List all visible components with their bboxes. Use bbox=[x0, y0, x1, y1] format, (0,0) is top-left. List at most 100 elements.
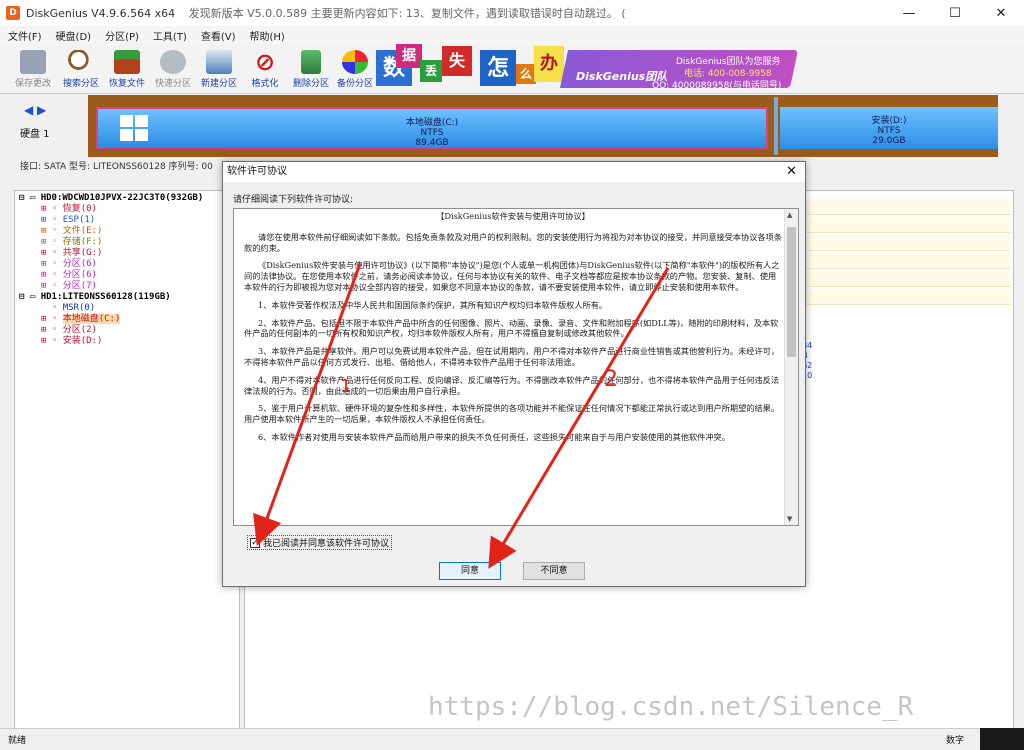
menu-bar: 文件(F) 硬盘(D) 分区(P) 工具(T) 查看(V) 帮助(H) bbox=[0, 26, 1024, 44]
close-button[interactable]: ✕ bbox=[978, 0, 1024, 26]
banner-char: 失 bbox=[442, 46, 472, 76]
app-icon: D bbox=[6, 6, 20, 20]
partition-d-name: 安装(D:) bbox=[871, 116, 907, 126]
backup-partition-button[interactable]: 备份分区 bbox=[332, 48, 378, 92]
tree-partition[interactable]: ⊞ ◦ 恢复(0) bbox=[19, 204, 235, 215]
partition-d-size: 29.0GB bbox=[872, 136, 906, 146]
tree-partition[interactable]: ⊞ ◦ 安装(D:) bbox=[19, 336, 235, 347]
partition-c-size: 89.4GB bbox=[415, 138, 449, 148]
tree-partition[interactable]: ⊞ ◦ 分区(2) bbox=[19, 325, 235, 336]
banner-char: 办 bbox=[534, 46, 564, 82]
license-text: 【DiskGenius软件安装与使用许可协议】 请您在使用本软件前仔细阅读如下条… bbox=[244, 209, 782, 450]
menu-view[interactable]: 查看(V) bbox=[201, 28, 236, 43]
dialog-title: 软件许可协议 bbox=[227, 166, 287, 177]
quick-partition-icon bbox=[160, 50, 186, 74]
dialog-prompt: 请仔细阅读下列软件许可协议: bbox=[233, 195, 354, 205]
magnifier-icon bbox=[68, 50, 94, 74]
disk-label: 硬盘 1 bbox=[20, 129, 50, 140]
license-paragraph: 请您在使用本软件前仔细阅读如下条款。包括免责条款及对用户的权利限制。您的安装使用… bbox=[244, 231, 783, 253]
checkbox-checked-icon[interactable]: ✓ bbox=[250, 537, 260, 548]
agree-label: 我已阅读并同意该软件许可协议 bbox=[263, 539, 390, 549]
status-bar: 就绪 数字 bbox=[0, 728, 1024, 750]
details-row bbox=[785, 253, 1011, 269]
banner-char: 丢 bbox=[420, 60, 442, 82]
license-paragraph: 《DiskGenius软件安装与使用许可协议》(以下简称"本协议")是您(个人或… bbox=[244, 260, 780, 292]
scroll-thumb[interactable] bbox=[787, 227, 796, 357]
scroll-up-icon[interactable]: ▲ bbox=[787, 211, 792, 219]
license-dialog: 软件许可协议 ✕ 请仔细阅读下列软件许可协议: 【DiskGenius软件安装与… bbox=[222, 161, 806, 587]
partition-d[interactable]: 安装(D:) NTFS 29.0GB bbox=[780, 107, 998, 149]
tree-partition[interactable]: ⊞ ◦ 分区(6) bbox=[19, 270, 235, 281]
scroll-down-icon[interactable]: ▼ bbox=[787, 515, 792, 523]
maximize-button[interactable]: ☐ bbox=[932, 0, 978, 26]
tree-partition[interactable]: ◦ MSR(0) bbox=[19, 303, 235, 314]
watermark: https://blog.csdn.net/Silence_R bbox=[428, 692, 914, 722]
banner-char: 据 bbox=[396, 44, 422, 68]
menu-disk[interactable]: 硬盘(D) bbox=[56, 28, 92, 43]
license-paragraph: 5、鉴于用户计算机软、硬件环境的复杂性和多样性，本软件所提供的各项功能并不能保证… bbox=[244, 403, 780, 425]
tree-partition[interactable]: ⊞ ◦ ESP(1) bbox=[19, 215, 235, 226]
menu-tools[interactable]: 工具(T) bbox=[153, 28, 187, 43]
search-partition-button[interactable]: 搜索分区 bbox=[58, 48, 104, 92]
toolbar: 保存更改 搜索分区 恢复文件 快速分区 新建分区 ⊘ 格式化 删除分区 备份分区 bbox=[0, 44, 1024, 94]
format-icon: ⊘ bbox=[254, 48, 276, 76]
delete-partition-icon bbox=[301, 50, 321, 74]
license-paragraph: 2、本软件产品、包括但不限于本软件产品中所含的任何图像、照片、动画、录像、录音、… bbox=[244, 317, 779, 339]
menu-help[interactable]: 帮助(H) bbox=[250, 28, 285, 43]
recover-files-button[interactable]: 恢复文件 bbox=[104, 48, 150, 92]
partition-c-name: 本地磁盘(C:) bbox=[405, 118, 459, 128]
menu-partition[interactable]: 分区(P) bbox=[105, 28, 139, 43]
disk-interface-info: 接口: SATA 型号: LITEONSS60128 序列号: 00 bbox=[20, 162, 213, 172]
details-row bbox=[785, 235, 1011, 251]
dialog-title-bar: 软件许可协议 ✕ bbox=[223, 162, 805, 182]
status-numlock: 数字 bbox=[945, 736, 964, 746]
update-notice[interactable]: 发现新版本 V5.0.0.589 主要更新内容如下: 13、复制文件，遇到读取错… bbox=[189, 7, 626, 20]
tree-disk-hd1[interactable]: ⊟ ▭ HD1:LITEONSS60128(119GB) bbox=[19, 292, 235, 303]
license-textarea[interactable]: 【DiskGenius软件安装与使用许可协议】 请您在使用本软件前仔细阅读如下条… bbox=[233, 208, 799, 526]
format-button[interactable]: ⊘ 格式化 bbox=[242, 48, 288, 92]
disk-nav-arrows[interactable]: ◀ ▶ bbox=[24, 103, 46, 117]
license-paragraph: 6、本软件作者对使用与安装本软件产品而给用户带来的损失不负任何责任，这些损失可能… bbox=[258, 431, 730, 442]
license-title: 【DiskGenius软件安装与使用许可协议】 bbox=[436, 211, 590, 221]
status-text: 就绪 bbox=[8, 736, 27, 746]
menu-file[interactable]: 文件(F) bbox=[8, 28, 42, 43]
quick-partition-button[interactable]: 快速分区 bbox=[150, 48, 196, 92]
tree-partition[interactable]: ⊞ ◦ 文件(E:) bbox=[19, 226, 235, 237]
disk-tree: ⊟ ▭ HD0:WDCWD10JPVX-22JC3T0(932GB) ⊞ ◦ 恢… bbox=[14, 190, 240, 730]
details-row bbox=[785, 271, 1011, 287]
banner-qq: QQ: 4000089958(与电话同号) bbox=[652, 81, 782, 91]
backup-icon bbox=[342, 50, 368, 74]
tree-partition-selected[interactable]: ⊞ ◦ 本地磁盘(C:) bbox=[19, 314, 235, 325]
details-row bbox=[785, 217, 1011, 233]
delete-partition-button[interactable]: 删除分区 bbox=[288, 48, 334, 92]
agree-button[interactable]: 同意 bbox=[439, 562, 501, 580]
tree-partition[interactable]: ⊞ ◦ 分区(7) bbox=[19, 281, 235, 292]
recover-icon bbox=[114, 50, 140, 74]
license-scrollbar[interactable]: ▲ ▼ bbox=[784, 209, 798, 525]
tree-partition[interactable]: ⊞ ◦ 存储(F:) bbox=[19, 237, 235, 248]
license-paragraph: 4、用户不得对本软件产品进行任何反向工程、反向编译、反汇编等行为。不得删改本软件… bbox=[244, 374, 780, 396]
tree-partition[interactable]: ⊞ ◦ 共享(G:) bbox=[19, 248, 235, 259]
banner-char: 怎 bbox=[480, 50, 516, 86]
save-icon bbox=[20, 50, 46, 74]
diskgenius-window: D DiskGenius V4.9.6.564 x64 发现新版本 V5.0.0… bbox=[0, 0, 1024, 750]
partition-d-fs: NTFS bbox=[877, 126, 901, 136]
title-bar: D DiskGenius V4.9.6.564 x64 发现新版本 V5.0.0… bbox=[0, 0, 1024, 26]
ad-banner[interactable]: 数 据 丢 失 怎 么 办 DiskGenius团队 DiskGenius团队为… bbox=[376, 44, 799, 92]
disagree-button[interactable]: 不同意 bbox=[523, 562, 585, 580]
new-partition-icon bbox=[206, 50, 232, 74]
tree-disk-hd0[interactable]: ⊟ ▭ HD0:WDCWD10JPVX-22JC3T0(932GB) bbox=[19, 193, 235, 204]
windows-logo-icon bbox=[120, 115, 150, 143]
minimize-button[interactable]: — bbox=[886, 0, 932, 26]
partition-c[interactable]: 本地磁盘(C:) NTFS 89.4GB bbox=[96, 107, 768, 149]
new-partition-button[interactable]: 新建分区 bbox=[196, 48, 242, 92]
save-changes-button[interactable]: 保存更改 bbox=[10, 48, 56, 92]
details-row bbox=[785, 289, 1011, 305]
dialog-close-button[interactable]: ✕ bbox=[786, 162, 797, 182]
tree-partition[interactable]: ⊞ ◦ 分区(6) bbox=[19, 259, 235, 270]
agree-checkbox[interactable]: ✓ 我已阅读并同意该软件许可协议 bbox=[247, 535, 393, 550]
taskbar-edge bbox=[980, 728, 1024, 750]
license-paragraph: 1、本软件受著作权法及中华人民共和国国际条约保护，其所有知识产权均归本软件版权人… bbox=[258, 299, 608, 310]
details-row bbox=[785, 199, 1011, 215]
partition-small[interactable] bbox=[774, 97, 778, 155]
